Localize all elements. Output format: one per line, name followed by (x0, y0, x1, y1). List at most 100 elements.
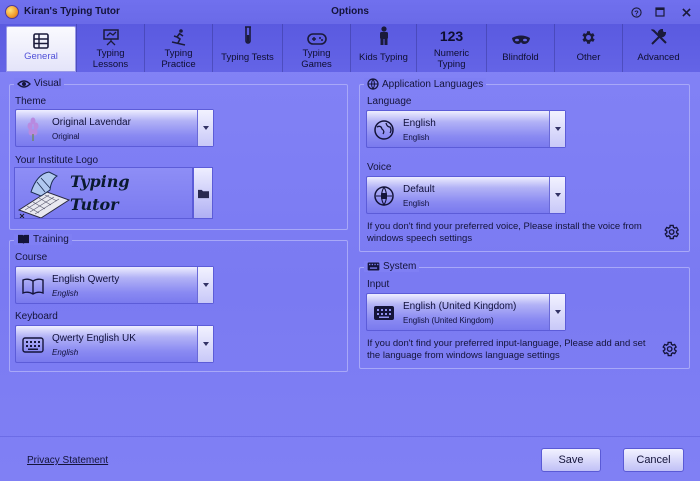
tab-label: Typing Tests (221, 52, 274, 63)
tab-typing-lessons[interactable]: Typing Lessons (76, 24, 144, 72)
input-value: English (United Kingdom) (403, 301, 517, 312)
test-tube-icon (244, 26, 251, 44)
input-help-note: If you don't find your preferred input-l… (367, 338, 646, 361)
tab-typing-tests[interactable]: Typing Tests (212, 24, 282, 72)
theme-label: Theme (15, 96, 47, 107)
tab-typing-practice[interactable]: Typing Practice (144, 24, 212, 72)
app-title: Kiran's Typing Tutor (24, 6, 120, 17)
tab-label: Kids Typing (359, 52, 408, 63)
tab-typing-games[interactable]: Typing Games (282, 24, 350, 72)
folder-icon (197, 189, 209, 198)
language-value: English (403, 118, 436, 129)
book-icon (18, 234, 29, 245)
skier-icon (171, 29, 185, 46)
browse-logo-button[interactable] (193, 167, 213, 219)
institute-logo[interactable]: Typing Tutor (14, 167, 193, 219)
tab-kids-typing[interactable]: Kids Typing (350, 24, 416, 72)
language-combo[interactable]: English English (366, 110, 566, 148)
course-label: Course (15, 252, 48, 263)
course-combo[interactable]: English Qwerty English (15, 266, 214, 304)
chevron-down-icon[interactable] (197, 326, 213, 362)
input-label: Input (367, 279, 390, 290)
logo-label: Your Institute Logo (15, 155, 99, 166)
input-sub: English (United Kingdom) (403, 316, 494, 325)
svg-text:?: ? (634, 8, 639, 17)
tab-label: Blindfold (502, 52, 539, 63)
voice-value: Default (403, 184, 435, 195)
numbers-icon: 123 (439, 28, 464, 44)
privacy-statement-link[interactable]: Privacy Statement (27, 455, 108, 466)
input-settings-gear-icon[interactable] (660, 340, 678, 358)
keyboard-combo[interactable]: Qwerty English UK English (15, 325, 214, 363)
theme-value: Original Lavendar (52, 117, 131, 128)
voice-help-note: If you don't find your preferred voice, … (367, 221, 642, 244)
chevron-down-icon[interactable] (549, 177, 565, 213)
eye-icon (17, 79, 31, 88)
tab-advanced[interactable]: Advanced (622, 24, 694, 72)
presentation-board-icon (102, 29, 119, 46)
keyboard-icon (374, 306, 394, 320)
keyboard-label: Keyboard (15, 311, 58, 322)
maximize-button[interactable] (651, 4, 669, 20)
tab-label: General (24, 51, 58, 62)
keyboard-sub: English (52, 348, 79, 357)
child-icon (379, 26, 388, 45)
logo-text-line2: Tutor (70, 195, 119, 214)
close-button[interactable] (677, 4, 695, 20)
logo-text-line1: Typing (70, 172, 130, 191)
blindfold-mask-icon (511, 35, 530, 44)
language-sub: English (403, 133, 430, 142)
cancel-button[interactable]: Cancel (623, 448, 684, 472)
tab-bar: General Typing Lessons Typing Practice T… (0, 24, 700, 72)
tab-other[interactable]: Other (554, 24, 622, 72)
tab-label: Typing Games (301, 48, 332, 70)
maximize-icon (655, 7, 665, 17)
chevron-down-icon[interactable] (549, 294, 565, 330)
close-icon (681, 7, 691, 17)
theme-sub: Original (52, 132, 80, 141)
open-book-icon (22, 278, 44, 295)
chevron-down-icon[interactable] (197, 110, 213, 146)
gamepad-icon (306, 33, 327, 45)
theme-combo[interactable]: Original Lavendar Original (15, 109, 214, 147)
tab-label: Typing Lessons (92, 48, 129, 70)
voice-label: Voice (367, 162, 392, 173)
tab-label: Typing Practice (161, 48, 196, 70)
course-sub: English (52, 289, 79, 298)
system-group-title: System (383, 261, 417, 272)
tab-numeric-typing[interactable]: 123 Numeric Typing (416, 24, 486, 72)
keyboard-hands-logo-icon (17, 171, 71, 218)
globe-icon (367, 78, 379, 90)
tab-label: Numeric Typing (433, 48, 470, 70)
course-value: English Qwerty (52, 274, 120, 285)
tab-label: Advanced (637, 52, 680, 63)
tab-label: Other (576, 52, 601, 63)
visual-group-title: Visual (34, 78, 62, 89)
tab-blindfold[interactable]: Blindfold (486, 24, 554, 72)
chevron-down-icon[interactable] (549, 111, 565, 147)
voice-globe-icon (374, 186, 394, 207)
gear-icon (582, 31, 595, 44)
globe-icon (374, 120, 394, 140)
app-logo-icon (5, 5, 19, 19)
tools-icon (650, 28, 667, 45)
title-bar: Kiran's Typing Tutor Options ? (0, 0, 700, 24)
voice-sub: English (403, 199, 430, 208)
keyboard-value: Qwerty English UK (52, 333, 136, 344)
table-icon (33, 33, 49, 49)
lavender-flower-icon (27, 117, 39, 141)
app-languages-group-title: Application Languages (382, 78, 484, 90)
save-button[interactable]: Save (541, 448, 601, 472)
footer-divider (0, 436, 700, 437)
help-button[interactable]: ? (627, 4, 645, 20)
training-group-title: Training (33, 234, 69, 245)
keyboard-icon (22, 337, 44, 353)
voice-settings-gear-icon[interactable] (662, 223, 680, 241)
options-window: Kiran's Typing Tutor Options ? General T… (0, 0, 700, 481)
tab-general[interactable]: General (6, 26, 76, 72)
language-label: Language (367, 96, 412, 107)
input-language-combo[interactable]: English (United Kingdom) English (United… (366, 293, 566, 331)
voice-combo[interactable]: Default English (366, 176, 566, 214)
window-title: Options (331, 6, 369, 17)
chevron-down-icon[interactable] (197, 267, 213, 303)
